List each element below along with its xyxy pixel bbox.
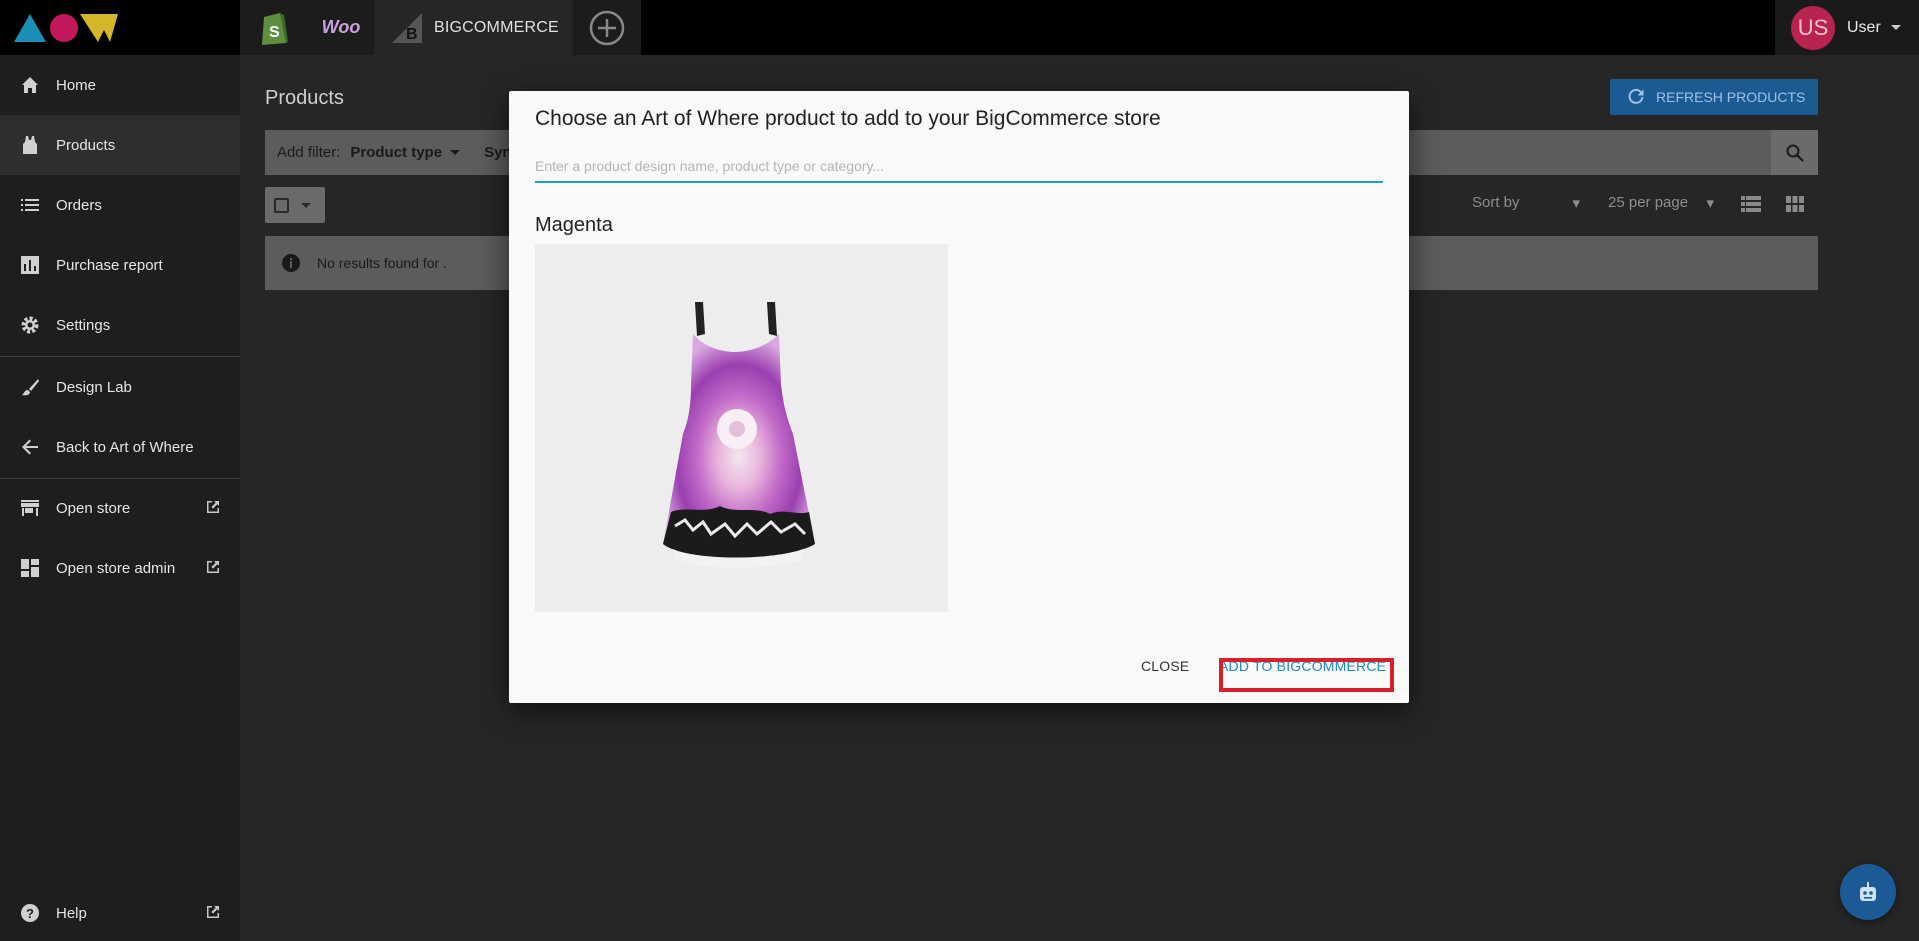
sidebar-item-label: Products xyxy=(56,136,116,154)
gear-icon xyxy=(20,315,40,335)
sort-by-label: Sort by xyxy=(1472,194,1520,211)
add-platform-button[interactable] xyxy=(573,0,641,55)
aow-logo[interactable] xyxy=(14,10,122,44)
tab-shopify[interactable]: S xyxy=(240,0,308,55)
external-link-icon xyxy=(207,501,219,513)
tab-woocommerce[interactable]: Woo xyxy=(308,0,374,55)
add-platform-icon xyxy=(589,10,625,45)
search-button[interactable] xyxy=(1771,130,1818,175)
add-filter-label: Add filter: xyxy=(277,144,341,161)
brush-icon xyxy=(20,377,40,397)
bigcommerce-label: BIGCOMMERCE xyxy=(434,18,559,36)
notice-text: No results found for . xyxy=(317,255,447,271)
info-icon xyxy=(282,254,300,272)
checkbox-icon xyxy=(274,197,289,213)
sidebar-item-help[interactable]: ? Help xyxy=(0,883,240,941)
product-search-input[interactable] xyxy=(535,151,1383,183)
svg-text:S: S xyxy=(269,24,280,41)
top-bar: S Woo B BIGCOMMERCE US User xyxy=(0,0,1919,55)
dress-product-image xyxy=(663,302,815,568)
chevron-down-icon xyxy=(301,202,311,208)
refresh-products-label: REFRESH PRODUCTS xyxy=(1656,89,1806,105)
refresh-icon xyxy=(1628,89,1644,104)
sidebar-item-orders[interactable]: Orders xyxy=(0,175,240,235)
list-icon xyxy=(20,195,40,215)
product-group-name: Magenta xyxy=(535,214,613,236)
per-page-select[interactable]: 25 per page ▾ xyxy=(1608,194,1714,212)
sidebar-item-purchase-report[interactable]: Purchase report xyxy=(0,235,240,295)
sidebar-item-label: Orders xyxy=(56,196,102,214)
sidebar-item-label: Open store xyxy=(56,499,131,517)
grid-view-icon[interactable] xyxy=(1786,196,1804,212)
refresh-products-button[interactable]: REFRESH PRODUCTS xyxy=(1610,79,1818,115)
choose-product-dialog: Choose an Art of Where product to add to… xyxy=(509,91,1409,703)
sidebar-item-back-to-art-of-where[interactable]: Back to Art of Where xyxy=(0,417,240,477)
sidebar-item-label: Back to Art of Where xyxy=(56,438,194,456)
chevron-down-icon: ▾ xyxy=(1572,195,1580,212)
chevron-down-icon xyxy=(1890,25,1901,30)
chevron-down-icon: ▾ xyxy=(1706,195,1714,212)
external-link-icon xyxy=(207,906,219,918)
svg-text:B: B xyxy=(406,26,418,43)
product-type-filter[interactable]: Product type xyxy=(350,144,442,161)
user-name: User xyxy=(1847,18,1881,36)
tank-top-icon xyxy=(20,135,40,155)
dashboard-icon xyxy=(20,558,40,578)
sidebar-item-label: Design Lab xyxy=(56,378,132,396)
chat-bot-icon xyxy=(1860,882,1876,901)
sidebar-item-design-lab[interactable]: Design Lab xyxy=(0,357,240,417)
sidebar-item-label: Home xyxy=(56,76,97,94)
bulk-select-checkbox[interactable] xyxy=(265,187,325,223)
sidebar-item-label: Help xyxy=(56,904,87,922)
bar-chart-icon xyxy=(20,255,40,275)
chevron-down-icon xyxy=(450,150,461,155)
per-page-label: 25 per page xyxy=(1608,194,1689,211)
sidebar-item-open-store-admin[interactable]: Open store admin xyxy=(0,538,240,598)
woo-logo: Woo xyxy=(321,17,361,37)
arrow-left-icon xyxy=(20,437,40,457)
sidebar-item-open-store[interactable]: Open store xyxy=(0,478,240,538)
chat-button[interactable] xyxy=(1840,864,1896,920)
product-card[interactable] xyxy=(535,244,948,612)
tab-bigcommerce[interactable]: B BIGCOMMERCE xyxy=(374,0,573,55)
user-menu[interactable]: US User xyxy=(1775,0,1919,55)
sidebar: Home Products Orders Purchase report Set… xyxy=(0,55,240,941)
sidebar-item-settings[interactable]: Settings xyxy=(0,295,240,355)
avatar: US xyxy=(1791,5,1835,50)
close-button[interactable]: CLOSE xyxy=(1141,658,1189,674)
dialog-title: Choose an Art of Where product to add to… xyxy=(535,107,1161,130)
svg-text:?: ? xyxy=(26,906,34,921)
sort-by-select[interactable]: Sort by ▾ xyxy=(1472,194,1580,212)
sidebar-item-label: Open store admin xyxy=(56,559,176,577)
sidebar-item-label: Settings xyxy=(56,316,111,334)
shopify-icon: S xyxy=(262,12,288,45)
external-link-icon xyxy=(207,561,219,573)
sidebar-item-products[interactable]: Products xyxy=(0,115,240,175)
page-title: Products xyxy=(265,87,344,109)
store-icon xyxy=(20,498,40,518)
highlight-box xyxy=(1219,658,1394,692)
list-view-icon[interactable] xyxy=(1741,196,1761,212)
search-icon xyxy=(1786,144,1804,162)
sidebar-item-home[interactable]: Home xyxy=(0,55,240,115)
help-icon: ? xyxy=(20,903,40,923)
sidebar-item-label: Purchase report xyxy=(56,256,163,274)
home-icon xyxy=(20,75,40,95)
bigcommerce-icon: B xyxy=(392,12,422,43)
